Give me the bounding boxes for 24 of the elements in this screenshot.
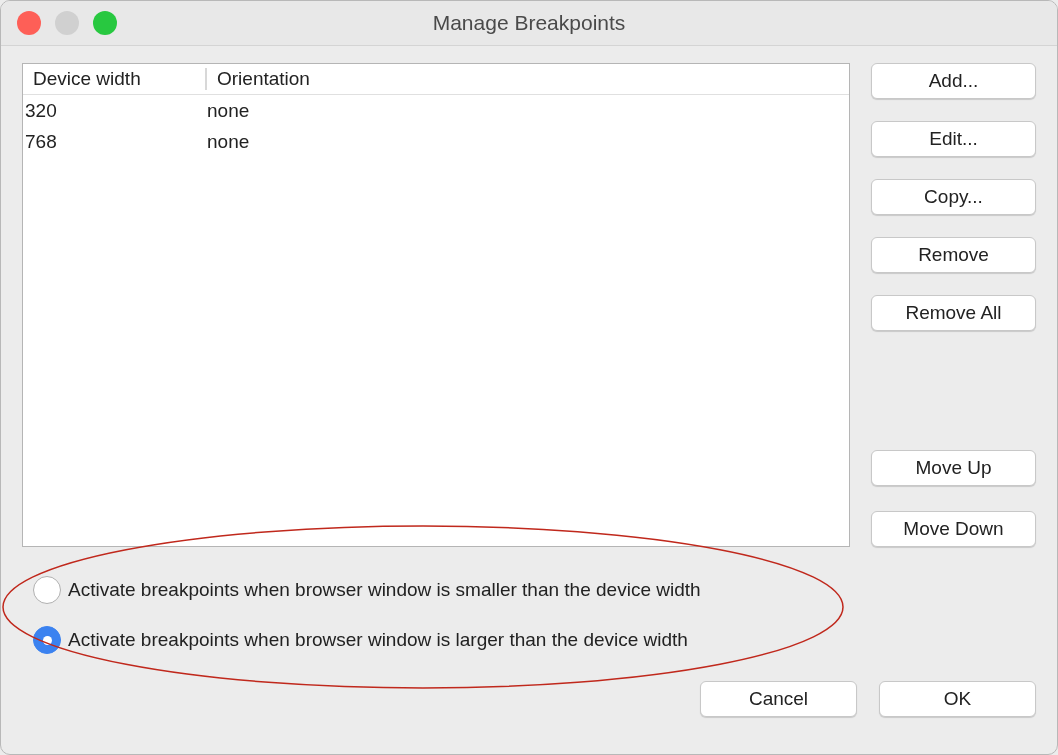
dialog-button[interactable]: Remove All bbox=[871, 295, 1036, 331]
dialog-button[interactable]: Move Up bbox=[871, 450, 1036, 486]
table-cell-text: none bbox=[206, 130, 251, 153]
radio-button[interactable] bbox=[33, 576, 61, 604]
dialog-button[interactable]: Remove bbox=[871, 237, 1036, 273]
table-cell-text: none bbox=[206, 99, 251, 122]
dialog-button[interactable]: Move Down bbox=[871, 511, 1036, 547]
zoom-window-button[interactable] bbox=[93, 11, 117, 35]
table-cell-text: 768 bbox=[24, 130, 58, 153]
dialog-button[interactable]: Copy... bbox=[871, 179, 1036, 215]
table-row[interactable]: 320 none bbox=[23, 95, 849, 126]
column-header[interactable]: Orientation bbox=[205, 68, 393, 90]
radio-button[interactable] bbox=[33, 626, 61, 654]
column-header[interactable]: Device width bbox=[23, 68, 205, 90]
radio-label[interactable]: Activate breakpoints when browser window is smaller than the device width bbox=[68, 579, 701, 601]
table-cell-text: 320 bbox=[24, 99, 58, 122]
dialog-button[interactable]: OK bbox=[879, 681, 1036, 717]
close-window-button[interactable] bbox=[17, 11, 41, 35]
table-row[interactable]: 768 none bbox=[23, 126, 849, 157]
dialog-button[interactable]: Add... bbox=[871, 63, 1036, 99]
window-title: Manage Breakpoints bbox=[432, 11, 626, 35]
dialog-button[interactable]: Cancel bbox=[700, 681, 857, 717]
radio-label[interactable]: Activate breakpoints when browser window is larger than the device width bbox=[68, 629, 688, 651]
dialog-button[interactable]: Edit... bbox=[871, 121, 1036, 157]
